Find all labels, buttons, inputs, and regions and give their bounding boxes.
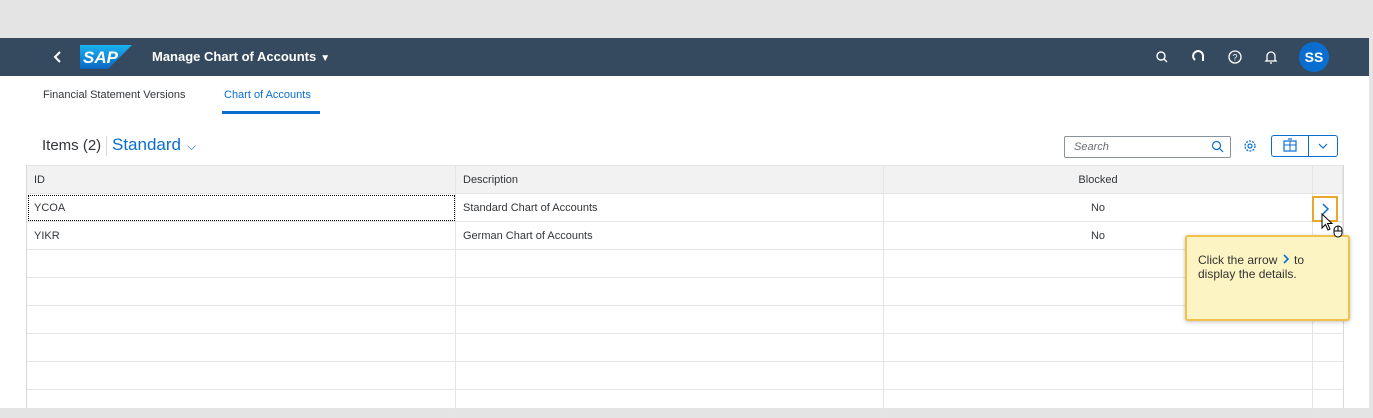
empty-cell xyxy=(27,250,456,278)
column-header-navigation xyxy=(1313,165,1343,194)
export-spreadsheet-icon xyxy=(1283,138,1297,152)
back-icon[interactable] xyxy=(48,47,68,67)
tab-bar: Financial Statement Versions Chart of Ac… xyxy=(0,76,1369,115)
toolbar-divider xyxy=(106,136,107,156)
empty-cell xyxy=(456,306,884,334)
table-row[interactable]: YIKR German Chart of Accounts No xyxy=(27,222,1343,250)
empty-cell xyxy=(27,390,456,418)
cell-description: Standard Chart of Accounts xyxy=(456,194,884,222)
chart-of-accounts-table: ID Description Blocked YCOA Standard Cha… xyxy=(26,165,1344,418)
cell-id: YIKR xyxy=(27,222,456,250)
empty-cell xyxy=(884,362,1313,390)
empty-cell xyxy=(884,390,1313,418)
cell-blocked: No xyxy=(884,194,1313,222)
help-chat-icon[interactable] xyxy=(1190,48,1208,66)
user-avatar[interactable]: SS xyxy=(1299,42,1329,72)
chevron-down-icon: ⌵ xyxy=(187,139,197,153)
app-title-dropdown-icon: ▼ xyxy=(320,53,331,64)
empty-cell xyxy=(456,250,884,278)
search-icon[interactable] xyxy=(1211,140,1224,153)
empty-table-row xyxy=(27,278,1343,306)
column-header-description[interactable]: Description xyxy=(456,165,884,194)
app-title[interactable]: Manage Chart of Accounts ▼ xyxy=(152,49,330,64)
empty-table-row xyxy=(27,334,1343,362)
empty-cell xyxy=(27,278,456,306)
search-input[interactable]: Search xyxy=(1064,136,1231,158)
guidance-tooltip: Click the arrow to display the details. xyxy=(1185,235,1350,321)
empty-cell xyxy=(456,390,884,418)
empty-cell xyxy=(884,334,1313,362)
sap-logo-text: SAP xyxy=(83,48,119,67)
svg-text:?: ? xyxy=(1232,53,1237,63)
tab-financial-statement-versions[interactable]: Financial Statement Versions xyxy=(43,89,185,101)
settings-gear-icon[interactable] xyxy=(1242,138,1258,154)
empty-table-row xyxy=(27,390,1343,418)
export-dropdown-button[interactable] xyxy=(1308,135,1338,157)
export-button[interactable] xyxy=(1271,135,1309,157)
empty-cell xyxy=(456,278,884,306)
sap-logo[interactable]: SAP xyxy=(80,45,132,69)
empty-cell xyxy=(27,334,456,362)
cell-description: German Chart of Accounts xyxy=(456,222,884,250)
variant-selector[interactable]: Standard ⌵ xyxy=(112,135,196,155)
empty-table-row xyxy=(27,362,1343,390)
variant-label: Standard xyxy=(112,135,181,154)
column-header-blocked[interactable]: Blocked xyxy=(884,165,1313,194)
tooltip-text: Click the arrow to display the details. xyxy=(1198,253,1338,281)
help-icon[interactable]: ? xyxy=(1226,48,1244,66)
chevron-right-icon xyxy=(1283,254,1289,264)
notification-bell-icon[interactable] xyxy=(1262,48,1280,66)
mouse-pointer-icon xyxy=(1321,213,1343,238)
empty-cell xyxy=(27,362,456,390)
tooltip-line2: display the details. xyxy=(1198,267,1297,281)
empty-cell xyxy=(456,334,884,362)
tooltip-line1: Click the arrow xyxy=(1198,253,1278,267)
search-placeholder: Search xyxy=(1074,141,1109,153)
chevron-down-icon xyxy=(1318,143,1328,149)
items-count: Items (2) xyxy=(42,137,102,154)
empty-cell xyxy=(456,362,884,390)
tooltip-line1-end: to xyxy=(1290,253,1305,267)
app-title-text: Manage Chart of Accounts xyxy=(152,49,317,64)
table-row[interactable]: YCOA Standard Chart of Accounts No xyxy=(27,194,1343,222)
empty-cell xyxy=(27,306,456,334)
cell-id: YCOA xyxy=(27,194,456,222)
tab-chart-of-accounts[interactable]: Chart of Accounts xyxy=(224,89,311,101)
column-header-id[interactable]: ID xyxy=(27,165,456,194)
empty-table-row xyxy=(27,250,1343,278)
empty-table-row xyxy=(27,306,1343,334)
search-icon[interactable] xyxy=(1153,48,1171,66)
shell-bar: SAP Manage Chart of Accounts ▼ ? SS xyxy=(0,38,1369,76)
